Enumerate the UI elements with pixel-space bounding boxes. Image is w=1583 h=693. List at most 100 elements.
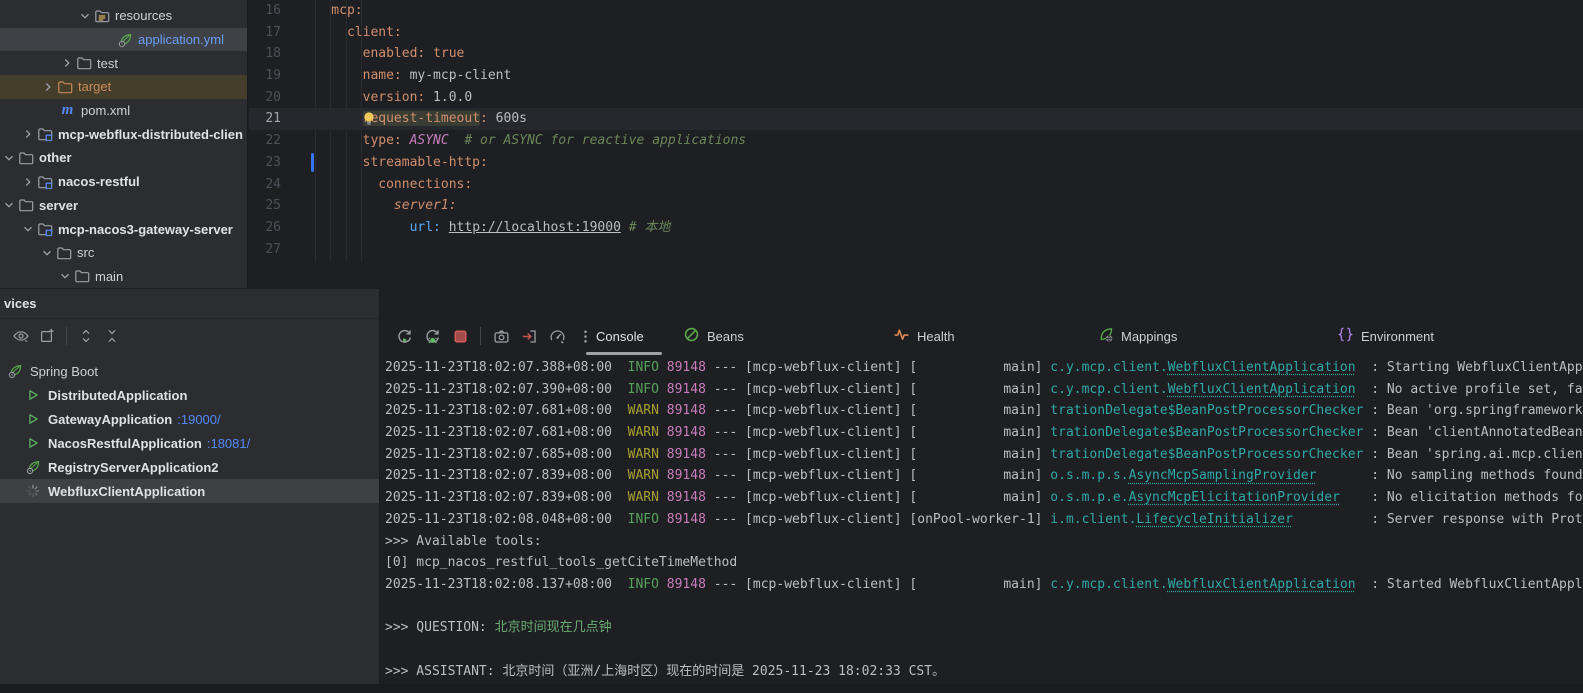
console-output[interactable]: 2025-11-23T18:02:07.388+08:00 INFO 89148… bbox=[381, 355, 1583, 682]
console-line[interactable]: [0] mcp_nacos_restful_tools_getCiteTimeM… bbox=[385, 552, 1583, 574]
excluded-folder-icon bbox=[56, 79, 73, 95]
service-item-webflux-client[interactable]: WebfluxClientApplication bbox=[0, 479, 379, 503]
console-line[interactable]: >>> Available tools: bbox=[385, 531, 1583, 553]
editor-line[interactable]: 24 connections: bbox=[249, 174, 1583, 196]
tree-item-mcp-webflux-distributed-client[interactable]: mcp-webflux-distributed-clien bbox=[0, 122, 247, 146]
console-line[interactable]: 2025-11-23T18:02:08.137+08:00 INFO 89148… bbox=[385, 574, 1583, 596]
chevron-down-icon[interactable] bbox=[38, 245, 55, 261]
editor-line[interactable]: 25 server1: bbox=[249, 195, 1583, 217]
service-item-label: DistributedApplication bbox=[48, 388, 187, 403]
maven-icon: m bbox=[59, 103, 76, 119]
tree-item-src[interactable]: src bbox=[0, 241, 247, 265]
spring-boot-icon bbox=[6, 363, 24, 379]
service-item-distributed[interactable]: DistributedApplication bbox=[0, 383, 379, 407]
console-line[interactable] bbox=[385, 639, 1583, 661]
editor-line[interactable]: 22 type: ASYNC # or ASYNC for reactive a… bbox=[249, 130, 1583, 152]
editor-line[interactable]: 17 client: bbox=[249, 22, 1583, 44]
editor-line[interactable]: 18 enabled: true bbox=[249, 43, 1583, 65]
console-line[interactable]: 2025-11-23T18:02:07.390+08:00 INFO 89148… bbox=[385, 379, 1583, 401]
resources-folder-icon bbox=[93, 8, 110, 24]
chevron-down-icon[interactable] bbox=[56, 268, 73, 284]
tree-item-label: pom.xml bbox=[81, 103, 130, 118]
editor-line[interactable]: 23 streamable-http: bbox=[249, 152, 1583, 174]
editor-line[interactable]: 19 name: my-mcp-client bbox=[249, 65, 1583, 87]
tab-health[interactable]: Health bbox=[893, 321, 955, 351]
console-line[interactable]: 2025-11-23T18:02:07.681+08:00 WARN 89148… bbox=[385, 422, 1583, 444]
thread-dump-camera-icon[interactable] bbox=[487, 323, 515, 349]
console-line[interactable]: 2025-11-23T18:02:07.839+08:00 WARN 89148… bbox=[385, 487, 1583, 509]
more-kebab-icon[interactable] bbox=[571, 323, 599, 349]
console-line[interactable]: 2025-11-23T18:02:07.839+08:00 WARN 89148… bbox=[385, 465, 1583, 487]
editor-lines[interactable]: 16 mcp:17 client:18 enabled: true19 name… bbox=[249, 0, 1583, 260]
chevron-down-icon[interactable] bbox=[0, 197, 17, 213]
service-item-label: WebfluxClientApplication bbox=[48, 484, 205, 499]
console-line[interactable]: >>> QUESTION: 北京时间现在几点钟 bbox=[385, 617, 1583, 639]
run-console-panel[interactable]: Console Beans Health Mappings Environmen… bbox=[381, 289, 1583, 684]
service-root-label: Spring Boot bbox=[30, 364, 98, 379]
console-line[interactable]: 2025-11-23T18:02:08.048+08:00 INFO 89148… bbox=[385, 509, 1583, 531]
chevron-spacer bbox=[99, 32, 116, 48]
chevron-down-icon[interactable] bbox=[19, 221, 36, 237]
mappings-icon bbox=[1097, 326, 1114, 346]
run-triangle-icon bbox=[24, 411, 42, 427]
chevron-right-icon[interactable] bbox=[19, 174, 36, 190]
rerun-debug-icon[interactable] bbox=[418, 323, 446, 349]
chevron-right-icon[interactable] bbox=[58, 55, 75, 71]
line-number: 17 bbox=[249, 22, 295, 44]
chevron-right-icon[interactable] bbox=[19, 126, 36, 142]
yaml-editor[interactable]: 16 mcp:17 client:18 enabled: true19 name… bbox=[249, 0, 1583, 288]
service-port-link[interactable]: :18081/ bbox=[207, 436, 250, 451]
tree-item-resources[interactable]: resources bbox=[0, 4, 247, 28]
console-line[interactable]: 2025-11-23T18:02:07.685+08:00 WARN 89148… bbox=[385, 444, 1583, 466]
console-line[interactable]: 2025-11-23T18:02:07.681+08:00 WARN 89148… bbox=[385, 400, 1583, 422]
vcs-change-marker[interactable] bbox=[311, 153, 314, 172]
tab-mappings[interactable]: Mappings bbox=[1097, 321, 1177, 351]
rerun-icon[interactable] bbox=[390, 323, 418, 349]
editor-line[interactable]: 26 url: http://localhost:19000 # 本地 bbox=[249, 217, 1583, 239]
tree-item-main[interactable]: main bbox=[0, 265, 247, 288]
open-in-new-tab-icon[interactable] bbox=[34, 324, 60, 348]
chevron-down-icon[interactable] bbox=[0, 150, 17, 166]
tree-item-test[interactable]: test bbox=[0, 51, 247, 75]
editor-line[interactable]: 16 mcp: bbox=[249, 0, 1583, 22]
chevron-right-icon[interactable] bbox=[39, 79, 56, 95]
tree-item-server[interactable]: server bbox=[0, 194, 247, 218]
project-tree-panel[interactable]: resources application.yml test target m … bbox=[0, 0, 248, 288]
chevron-down-icon[interactable] bbox=[76, 8, 93, 24]
tab-console[interactable]: Console bbox=[596, 321, 644, 351]
console-line[interactable]: 2025-11-23T18:02:07.388+08:00 INFO 89148… bbox=[385, 357, 1583, 379]
tree-item-target[interactable]: target bbox=[0, 75, 247, 99]
console-line[interactable] bbox=[385, 596, 1583, 618]
service-item-nacos-restful[interactable]: NacosRestfulApplication :18081/ bbox=[0, 431, 379, 455]
gauge-icon[interactable] bbox=[543, 323, 571, 349]
service-item-registry-server[interactable]: RegistryServerApplication2 bbox=[0, 455, 379, 479]
detach-icon[interactable] bbox=[515, 323, 543, 349]
tree-item-mcp-nacos3-gateway-server[interactable]: mcp-nacos3-gateway-server bbox=[0, 217, 247, 241]
module-folder-icon bbox=[36, 221, 53, 237]
console-line[interactable]: >>> ASSISTANT: 北京时间（亚洲/上海时区）现在的时间是 2025-… bbox=[385, 661, 1583, 683]
editor-line[interactable]: 20 version: 1.0.0 bbox=[249, 87, 1583, 109]
expand-all-icon[interactable] bbox=[73, 324, 99, 348]
line-number: 27 bbox=[249, 239, 295, 261]
service-root-spring-boot[interactable]: Spring Boot bbox=[0, 359, 379, 383]
service-item-label: NacosRestfulApplication bbox=[48, 436, 202, 451]
tree-item-pom-xml[interactable]: m pom.xml bbox=[0, 99, 247, 123]
tab-label: Beans bbox=[707, 329, 744, 344]
intention-bulb-icon[interactable] bbox=[362, 111, 376, 130]
line-number: 19 bbox=[249, 65, 295, 87]
editor-line[interactable]: 27 bbox=[249, 239, 1583, 261]
tab-environment[interactable]: Environment bbox=[1337, 321, 1434, 351]
stop-icon[interactable] bbox=[446, 323, 474, 349]
tree-item-other[interactable]: other bbox=[0, 146, 247, 170]
service-port-link[interactable]: :19000/ bbox=[177, 412, 220, 427]
tab-beans[interactable]: Beans bbox=[683, 321, 744, 351]
tree-item-application-yml[interactable]: application.yml bbox=[0, 28, 247, 52]
service-item-gateway[interactable]: GatewayApplication :19000/ bbox=[0, 407, 379, 431]
editor-line[interactable]: 21 request-timeout: 600s bbox=[249, 108, 1583, 130]
collapse-all-icon[interactable] bbox=[99, 324, 125, 348]
services-toolbar bbox=[0, 319, 379, 353]
eye-icon[interactable] bbox=[8, 324, 34, 348]
tree-item-label: target bbox=[78, 79, 111, 94]
tree-item-nacos-restful[interactable]: nacos-restful bbox=[0, 170, 247, 194]
services-panel[interactable]: vices Spring Boot DistributedApplication… bbox=[0, 289, 380, 684]
